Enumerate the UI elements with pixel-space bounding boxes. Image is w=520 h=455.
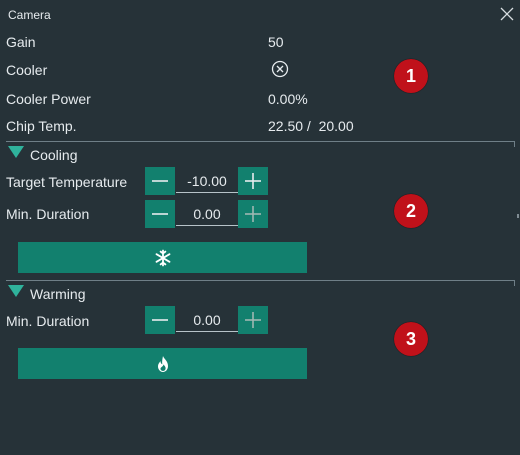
minus-icon [152,319,168,321]
warming-min-duration-label: Min. Duration [6,313,90,329]
cooler-power-label: Cooler Power [6,91,91,107]
start-warming-button[interactable] [18,348,307,379]
gain-label: Gain [6,34,36,50]
separator-cap [514,280,515,286]
cooler-label: Cooler [6,62,48,78]
cooling-expander[interactable] [8,146,24,158]
cooling-min-duration-label: Min. Duration [6,206,90,222]
flame-icon [157,355,168,372]
warming-min-duration-input[interactable]: 0.00 [176,309,238,332]
cooling-min-duration-input[interactable]: 0.00 [176,203,238,226]
cooling-min-duration-decrement-button[interactable] [145,200,175,228]
separator-cap [514,141,515,147]
triangle-down-icon [8,146,24,158]
target-temperature-input[interactable]: -10.00 [176,170,238,193]
circle-x-icon [271,60,289,78]
gain-value: 50 [268,34,284,50]
cooling-min-duration-increment-button[interactable] [238,200,268,228]
snowflake-icon [155,249,170,266]
chip-temp-value: 22.50 / 20.00 [268,118,354,134]
chip-temp-label: Chip Temp. [6,118,77,134]
plus-icon [245,206,261,222]
close-icon [500,7,514,21]
warming-min-duration-increment-button[interactable] [238,306,268,334]
cooling-section-title: Cooling [30,147,78,163]
badge-3: 3 [394,322,428,356]
warming-expander[interactable] [8,285,24,297]
plus-icon [245,312,261,328]
minus-icon [152,213,168,215]
window-title: Camera [8,8,51,22]
cooler-power-value: 0.00% [268,91,308,107]
scrollbar-marker [517,214,519,218]
warming-min-duration-decrement-button[interactable] [145,306,175,334]
start-cooling-button[interactable] [18,242,307,273]
close-button[interactable] [497,4,517,24]
cooler-state-indicator [271,60,289,78]
warming-section-title: Warming [30,286,86,302]
separator [6,280,514,281]
target-temperature-decrement-button[interactable] [145,167,175,195]
separator [6,141,514,142]
target-temperature-increment-button[interactable] [238,167,268,195]
plus-icon [245,173,261,189]
target-temperature-label: Target Temperature [6,174,128,190]
triangle-down-icon [8,285,24,297]
minus-icon [152,180,168,182]
badge-1: 1 [394,59,428,93]
badge-2: 2 [394,194,428,228]
